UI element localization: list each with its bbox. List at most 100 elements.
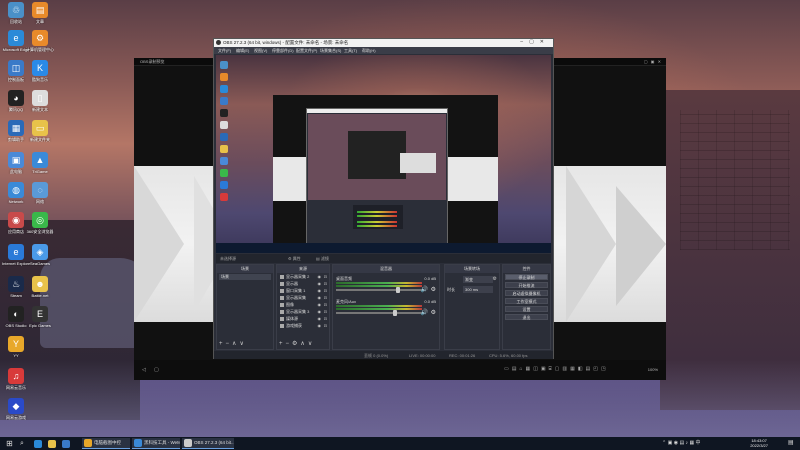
move-down-icon[interactable]: ∨ xyxy=(239,341,246,347)
control-button[interactable]: 退出 xyxy=(505,314,548,320)
search-icon[interactable]: ⌕ xyxy=(20,437,24,450)
edge-taskbar-icon[interactable] xyxy=(34,437,44,450)
maximize-icon[interactable]: ▢ xyxy=(529,39,540,45)
source-list-item[interactable]: 显示器 ◉ ⊡ xyxy=(279,281,327,287)
source-list-item[interactable]: 窗口采集 1 ◉ ⊡ xyxy=(279,288,327,294)
desktop-shortcut[interactable]: E Epic Games xyxy=(26,306,54,328)
source-filters-button[interactable]: ▤ 滤镜 xyxy=(316,256,329,262)
visibility-eye-icon[interactable]: ◉ xyxy=(318,274,322,280)
outer-preview-header-icons: ▢ ▣ ✕ xyxy=(643,59,662,64)
source-list-item[interactable]: 显示器采集 2 ◉ ⊡ xyxy=(279,274,327,280)
sources-dock-toolbar[interactable]: +−⚙∧∨ xyxy=(279,340,315,347)
scene-list-item[interactable]: 场景 xyxy=(219,274,271,280)
move-down-icon[interactable]: ∨ xyxy=(308,341,315,347)
gear-icon[interactable]: ⚙ xyxy=(431,286,436,293)
obs-preview-canvas[interactable] xyxy=(216,55,551,253)
visibility-eye-icon[interactable]: ◉ xyxy=(318,323,322,329)
obs-statusbar: 丢帧 0 (0.0%) LIVE: 00:00:00 REC: 00:01:26… xyxy=(214,351,553,359)
lock-icon[interactable]: ⊡ xyxy=(324,295,327,301)
start-button-icon[interactable]: ⊞ xyxy=(6,437,13,450)
desktop-shortcut[interactable]: ⚙ 计算机管理中心 xyxy=(26,30,54,52)
obs-icon xyxy=(184,438,192,447)
lock-icon[interactable]: ⊡ xyxy=(324,323,327,329)
menu-item[interactable]: 场景集合(S) xyxy=(320,48,341,54)
system-clock[interactable]: 18:43:07 2022/3/27 xyxy=(750,438,768,448)
lock-icon[interactable]: ⊡ xyxy=(324,288,327,294)
desktop-shortcut[interactable]: ▤ 文章 xyxy=(26,2,54,24)
outer-preview-toolbar-icons[interactable]: ▭▤⌂▦◫▣⌸▢▥▦◧▤◰◳ xyxy=(504,366,609,372)
source-type-icon xyxy=(280,324,284,328)
control-button[interactable]: 停止录制 xyxy=(505,274,548,280)
control-button[interactable]: 设置 xyxy=(505,306,548,312)
desktop-shortcut[interactable]: ◌ 网络 xyxy=(26,182,54,204)
visibility-eye-icon[interactable]: ◉ xyxy=(318,288,322,294)
desktop-shortcut[interactable]: ☻ Battle.net xyxy=(26,276,54,298)
desktop-shortcut[interactable]: ◎ 360安全浏览器 xyxy=(26,212,54,234)
source-list-item[interactable]: 媒体源 ◉ ⊡ xyxy=(279,316,327,322)
menu-item[interactable]: 工具(T) xyxy=(344,48,357,54)
menu-item[interactable]: 配置文件(P) xyxy=(296,48,317,54)
notification-icon[interactable]: ▤ xyxy=(788,437,794,450)
control-button[interactable]: 工作室模式 xyxy=(505,298,548,304)
control-button[interactable]: 启动虚拟摄像机 xyxy=(505,290,548,296)
close-icon[interactable]: ✕ xyxy=(540,39,550,45)
menu-item[interactable]: 停靠部件(D) xyxy=(272,48,294,54)
move-up-icon[interactable]: ∧ xyxy=(300,341,307,347)
desktop-shortcut[interactable]: K 酷狗音乐 xyxy=(26,60,54,82)
mixer-channel: 麦克风/Aux 0.0 dB 🔊 ⚙ xyxy=(336,299,436,319)
menu-item[interactable]: 视图(V) xyxy=(254,48,267,54)
menu-item[interactable]: 帮助(H) xyxy=(362,48,376,54)
desktop-shortcut[interactable]: ◆ 网易云游戏 xyxy=(2,398,30,420)
desktop-shortcut[interactable]: ♫ 网易云音乐 xyxy=(2,368,30,390)
outer-preview-back-icon[interactable]: ◁ xyxy=(142,367,146,373)
lock-icon[interactable]: ⊡ xyxy=(324,316,327,322)
transition-type-select[interactable]: 渐变 xyxy=(463,276,493,283)
gear-icon[interactable]: ⚙ xyxy=(431,309,436,316)
menu-item[interactable]: 编辑(E) xyxy=(236,48,249,54)
desktop-shortcut[interactable]: ▲ TriGame xyxy=(26,152,54,174)
visibility-eye-icon[interactable]: ◉ xyxy=(318,295,322,301)
taskbar-app-button[interactable]: 电脑截图中控 xyxy=(82,438,130,449)
source-list-item[interactable]: 游戏捕获 ◉ ⊡ xyxy=(279,323,327,329)
visibility-eye-icon[interactable]: ◉ xyxy=(318,302,322,308)
taskbar-app-button[interactable]: 黑科技工具 - WeMa... xyxy=(132,438,180,449)
desktop-shortcut[interactable]: ▯ 新建文本 xyxy=(26,90,54,112)
obs-main-window[interactable]: OBS 27.2.3 (64 bit, windows) - 配置文件: 未命名… xyxy=(213,38,554,359)
speaker-icon[interactable]: 🔊 xyxy=(421,309,428,316)
transition-duration-input[interactable]: 300 ms xyxy=(463,286,493,293)
minimize-icon[interactable]: – xyxy=(520,39,529,45)
volume-slider-handle[interactable] xyxy=(396,287,400,293)
desktop-shortcut[interactable]: ▭ 新建文件夹 xyxy=(26,120,54,142)
taskbar-app-button[interactable]: OBS 27.2.3 (64 bit... xyxy=(182,438,234,449)
scenes-dock-title: 场景 xyxy=(217,265,273,273)
source-list-item[interactable]: 显示器采集 ◉ ⊡ xyxy=(279,295,327,301)
outer-preview-fit-icon[interactable]: ▢ xyxy=(154,367,159,373)
source-properties-button[interactable]: ⚙ 属性 xyxy=(288,256,301,262)
transition-settings-icon[interactable]: ⚙ xyxy=(493,276,497,283)
speaker-icon[interactable]: 🔊 xyxy=(421,286,428,293)
visibility-eye-icon[interactable]: ◉ xyxy=(318,316,322,322)
menu-item[interactable]: 文件(F) xyxy=(218,48,231,54)
lock-icon[interactable]: ⊡ xyxy=(324,281,327,287)
source-list-item[interactable]: 显示器采集 3 ◉ ⊡ xyxy=(279,309,327,315)
desktop-shortcut[interactable]: Y YY xyxy=(2,336,30,358)
source-list-item[interactable]: 图像 ◉ ⊡ xyxy=(279,302,327,308)
visibility-eye-icon[interactable]: ◉ xyxy=(318,281,322,287)
explorer-taskbar-icon[interactable] xyxy=(48,437,58,450)
scenes-dock-toolbar[interactable]: +−∧∨ xyxy=(219,340,247,347)
tray-icons[interactable]: ⌃ ▣ ◉ ▤ ♪ ▦ 中 xyxy=(662,437,701,450)
store-taskbar-icon[interactable] xyxy=(62,437,72,450)
volume-slider[interactable] xyxy=(336,312,422,314)
window-controls[interactable]: –▢✕ xyxy=(520,39,550,45)
mixer-channel-list: 桌面音频 0.0 dB 🔊 ⚙ 麦克风/Aux 0.0 dB 🔊 ⚙ xyxy=(333,276,439,319)
audio-level-meter xyxy=(336,285,422,287)
volume-slider[interactable] xyxy=(336,289,422,291)
desktop-shortcut[interactable]: ◈ SeaGames xyxy=(26,244,54,266)
lock-icon[interactable]: ⊡ xyxy=(324,302,327,308)
visibility-eye-icon[interactable]: ◉ xyxy=(318,309,322,315)
lock-icon[interactable]: ⊡ xyxy=(324,309,327,315)
lock-icon[interactable]: ⊡ xyxy=(324,274,327,280)
control-button[interactable]: 开始推流 xyxy=(505,282,548,288)
desktop-shortcut-label: 网易云游戏 xyxy=(6,415,26,420)
volume-slider-handle[interactable] xyxy=(393,310,397,316)
